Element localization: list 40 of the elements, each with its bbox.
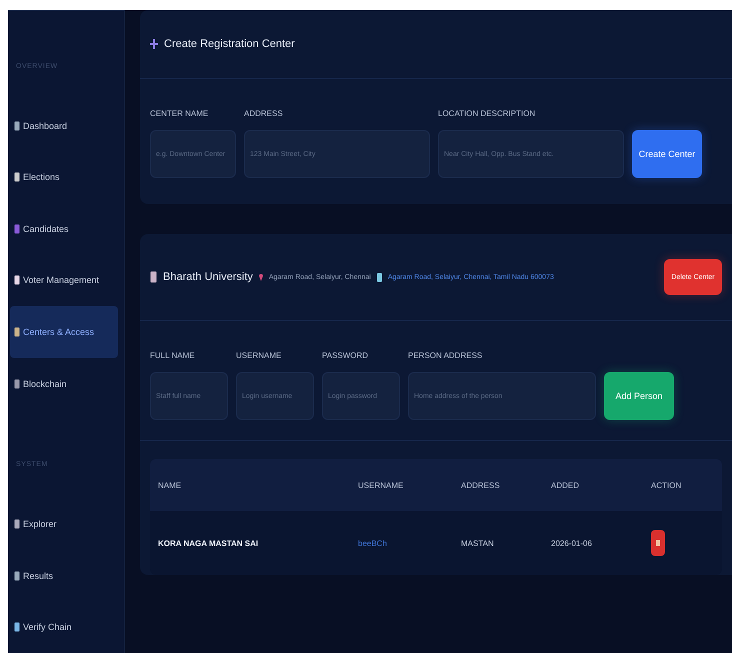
- center-name: Bharath University: [163, 271, 253, 283]
- sidebar-item[interactable]: Results: [10, 550, 118, 602]
- square-icon: [14, 378, 20, 389]
- create-center-button[interactable]: Create Center: [632, 130, 702, 178]
- sidebar-item[interactable]: Dashboard: [10, 100, 118, 152]
- delete-button[interactable]: [651, 530, 665, 556]
- table-cell-text: MASTAN: [461, 538, 495, 548]
- column-header: USERNAME: [358, 480, 404, 490]
- sidebar-item[interactable]: Verify Chain: [10, 602, 118, 653]
- square-icon: [14, 120, 20, 131]
- column-header: NAME: [158, 480, 182, 490]
- square-icon: [14, 224, 20, 234]
- column-header: ACTION: [651, 480, 682, 490]
- sidebar-item[interactable]: Blockchain: [10, 358, 118, 410]
- column-header: ADDED: [551, 480, 580, 490]
- sidebar-item[interactable]: Centers & Access: [10, 306, 118, 358]
- sidebar-item[interactable]: Voter Management: [10, 254, 118, 306]
- table-cell-text: KORA NAGA MASTAN SAI: [158, 538, 260, 548]
- sidebar-item[interactable]: Explorer: [10, 498, 118, 550]
- table-cell-text: beeBCh: [358, 538, 388, 548]
- field-label: USERNAME: [236, 351, 282, 360]
- pin-icon: [258, 273, 263, 281]
- square-icon: [14, 327, 20, 338]
- field-label: PERSON ADDRESS: [408, 351, 484, 360]
- square-icon: [14, 172, 20, 182]
- field-label: ADDRESS: [244, 109, 284, 118]
- field-label: FULL NAME: [150, 351, 196, 360]
- sidebar-item[interactable]: Elections: [10, 152, 118, 204]
- table-cell-text: 2026-01-06: [551, 538, 593, 548]
- square-icon: [14, 519, 20, 530]
- square-icon: [14, 275, 20, 286]
- card-title: Create Registration Center: [164, 38, 295, 50]
- column-header: ADDRESS: [461, 480, 501, 490]
- square-icon: [14, 570, 20, 581]
- field-label: PASSWORD: [322, 351, 370, 360]
- field-label: LOCATION DESCRIPTION: [438, 109, 536, 118]
- sidebar-item[interactable]: Candidates: [10, 203, 118, 255]
- plus-icon: [150, 39, 158, 49]
- square-icon: [14, 622, 20, 632]
- field-label: CENTER NAME: [150, 109, 210, 118]
